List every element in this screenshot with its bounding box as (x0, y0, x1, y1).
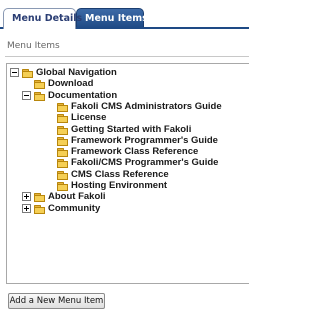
folder-icon (57, 182, 68, 191)
folder-icon (34, 204, 45, 214)
tree-item[interactable]: Framework Class Reference (57, 146, 199, 158)
add-menu-item-button[interactable]: Add a New Menu Item (8, 293, 105, 309)
expand-icon[interactable] (22, 203, 31, 213)
tree-item[interactable]: Fakoli CMS Administrators Guide (57, 101, 222, 112)
tree-item-label: CMS Class Reference (71, 168, 169, 180)
folder-icon (57, 102, 68, 112)
tree-item[interactable]: About Fakoli (22, 191, 106, 203)
tree-item-label: Getting Started with Fakoli (71, 123, 192, 135)
folder-icon (34, 193, 45, 203)
tree-item-label: Documentation (48, 89, 118, 101)
collapse-icon[interactable] (10, 68, 19, 77)
tree-item-label: Hosting Environment (71, 180, 168, 191)
tree-item[interactable]: Community (22, 203, 100, 214)
section-title: Menu Items (7, 41, 60, 51)
tree-item[interactable]: Global Navigation (10, 67, 117, 78)
tree-item-label: Download (48, 78, 94, 90)
tab-menu-items[interactable]: Menu Items (76, 8, 148, 28)
tree-item-label: Framework Class Reference (71, 146, 199, 158)
tree-item[interactable]: Fakoli/CMS Programmer's Guide (57, 157, 219, 169)
tree-item-label: About Fakoli (48, 191, 106, 203)
folder-icon (34, 80, 45, 90)
tree-item[interactable]: Hosting Environment (57, 180, 167, 191)
tree-item[interactable]: Framework Programmer's Guide (57, 135, 218, 146)
folder-icon (34, 91, 45, 101)
menu-tree-panel: Global Navigation Download Documentation Fa… (6, 63, 249, 284)
tree-item-label: Fakoli/CMS Programmer's Guide (71, 157, 219, 169)
folder-icon (22, 69, 33, 78)
tree-item[interactable]: Documentation (22, 90, 117, 101)
tree-item[interactable]: License (57, 112, 107, 124)
expand-icon[interactable] (22, 192, 31, 202)
divider (5, 56, 249, 57)
folder-icon (57, 136, 68, 146)
folder-icon (57, 125, 68, 135)
tree-item[interactable]: Getting Started with Fakoli (57, 124, 191, 135)
tree-item[interactable]: Download (34, 78, 94, 90)
tree-item-label: Global Navigation (36, 67, 117, 78)
tab-bar: Menu Details Menu Items (0, 0, 249, 29)
tree-item-label: License (71, 112, 107, 124)
folder-icon (57, 170, 68, 180)
folder-icon (57, 159, 68, 169)
tree-item[interactable]: CMS Class Reference (57, 169, 169, 180)
tree-item-label: Fakoli CMS Administrators Guide (71, 100, 222, 112)
collapse-icon[interactable] (22, 90, 31, 100)
tree-item-label: Community (48, 202, 101, 214)
tab-menu-details[interactable]: Menu Details (3, 8, 82, 29)
tree-item-label: Framework Programmer's Guide (71, 134, 218, 146)
folder-icon (57, 114, 68, 124)
folder-icon (57, 148, 68, 158)
